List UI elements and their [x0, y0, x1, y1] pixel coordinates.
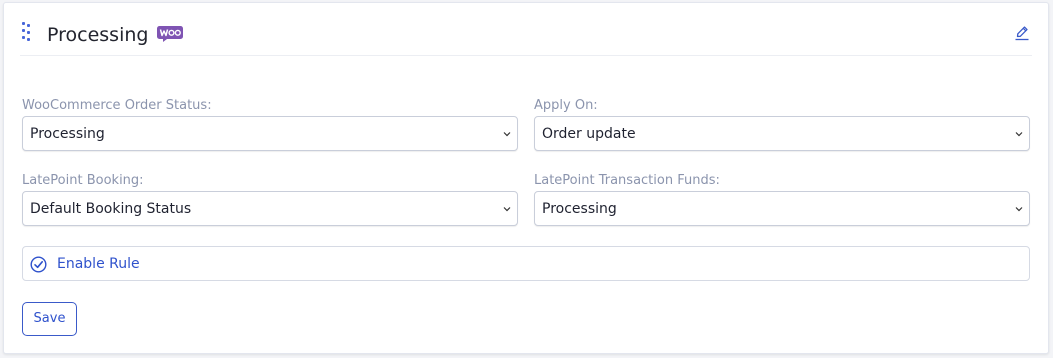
transaction-funds-select[interactable]: Processing	[534, 191, 1030, 226]
transaction-funds-value: Processing	[542, 201, 617, 217]
enable-rule-label[interactable]: Enable Rule	[57, 255, 140, 273]
chevron-down-icon	[503, 207, 511, 212]
booking-status-value: Default Booking Status	[30, 201, 192, 217]
order-status-label: WooCommerce Order Status:	[22, 98, 212, 113]
apply-on-label: Apply On:	[534, 98, 598, 113]
chevron-down-icon	[503, 132, 511, 137]
rule-card: Processing WooCommerce Order Status: Pro…	[3, 2, 1049, 354]
chevron-down-icon	[1015, 207, 1023, 212]
drag-handle-icon[interactable]	[22, 22, 32, 44]
apply-on-value: Order update	[542, 126, 636, 142]
card-header: Processing	[20, 3, 1032, 56]
chevron-down-icon	[1015, 132, 1023, 137]
order-status-value: Processing	[30, 126, 105, 142]
booking-status-select[interactable]: Default Booking Status	[22, 191, 518, 226]
save-button[interactable]: Save	[22, 302, 77, 336]
transaction-funds-label: LatePoint Transaction Funds:	[534, 173, 720, 188]
enable-rule-toggle[interactable]: Enable Rule	[22, 246, 1030, 281]
check-circle-icon[interactable]	[30, 256, 47, 273]
page-title: Processing	[47, 24, 149, 46]
apply-on-select[interactable]: Order update	[534, 116, 1030, 151]
booking-label: LatePoint Booking:	[22, 173, 144, 188]
pencil-icon[interactable]	[1014, 24, 1030, 42]
order-status-select[interactable]: Processing	[22, 116, 518, 151]
woocommerce-logo-icon	[157, 26, 183, 42]
